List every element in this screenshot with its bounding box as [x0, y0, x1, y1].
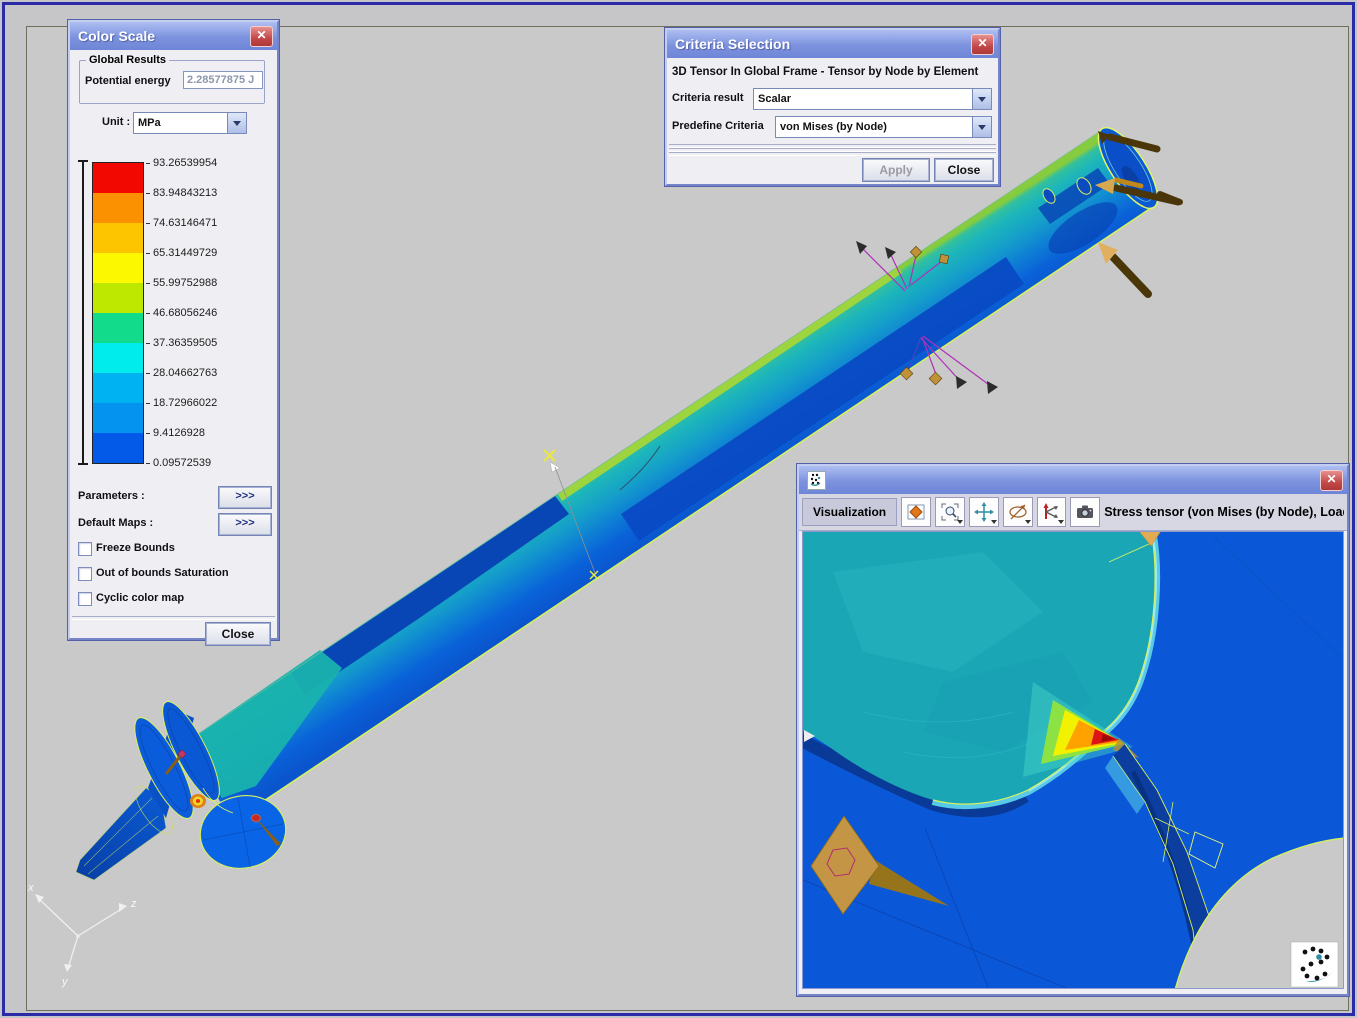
close-icon[interactable]: ✕ [1320, 470, 1343, 491]
pan-icon[interactable] [969, 497, 999, 527]
viz-3d-inset[interactable] [802, 531, 1344, 989]
scale-value: 28.04662763 [146, 366, 217, 380]
unit-select[interactable]: MPa [133, 112, 247, 134]
criteria-subtitle: 3D Tensor In Global Frame - Tensor by No… [672, 66, 978, 78]
axis-x-label: x [27, 882, 34, 894]
separator [669, 152, 996, 156]
freeze-bounds-checkbox[interactable] [78, 542, 92, 556]
zoom-icon[interactable] [935, 497, 965, 527]
scale-value: 55.99752988 [146, 276, 217, 290]
parameters-more-button[interactable]: >>> [218, 486, 272, 509]
scale-value: 0.09572539 [146, 456, 211, 470]
scale-value: 9.4126928 [146, 426, 205, 440]
scale-band [93, 403, 143, 433]
scale-value: 93.26539954 [146, 156, 217, 170]
scale-band [93, 223, 143, 253]
color-scale-bar [92, 162, 144, 464]
color-scale-title: Color Scale [78, 28, 250, 44]
potential-energy-field[interactable]: 2.28577875 J [183, 71, 263, 89]
cyclic-colormap-label: Cyclic color map [96, 592, 184, 604]
scale-value: 18.72966022 [146, 396, 217, 410]
visualization-tab[interactable]: Visualization [802, 498, 897, 526]
out-of-bounds-checkbox[interactable] [78, 567, 92, 581]
default-maps-more-button[interactable]: >>> [218, 513, 272, 536]
global-results-group: Global Results Potential energy 2.285778… [79, 60, 265, 104]
criteria-result-label: Criteria result [672, 92, 744, 104]
scale-bracket [82, 160, 84, 465]
scale-value: 46.68056246 [146, 306, 217, 320]
stress-detail-scene [803, 532, 1343, 988]
criteria-selection-dialog: Criteria Selection ✕ 3D Tensor In Global… [665, 28, 1000, 186]
viz-status-text: Stress tensor (von Mises (by Node), Load… [1104, 505, 1344, 519]
close-icon[interactable]: ✕ [250, 26, 273, 47]
render-style-icon[interactable] [901, 497, 931, 527]
rotate-icon[interactable] [1003, 497, 1033, 527]
viz-toolbar: Visualization Stress tensor (von Mises (… [799, 494, 1347, 531]
default-maps-label: Default Maps : [78, 517, 153, 529]
axis-icon[interactable] [1037, 497, 1067, 527]
separator [72, 616, 275, 620]
color-scale-dialog: Color Scale ✕ Global Results Potential e… [68, 20, 279, 640]
scale-band [93, 163, 143, 193]
scale-value: 83.94843213 [146, 186, 217, 200]
potential-energy-label: Potential energy [85, 75, 171, 87]
scale-band [93, 253, 143, 283]
close-button[interactable]: Close [205, 622, 271, 646]
predefine-criteria-label: Predefine Criteria [672, 120, 764, 132]
scale-band [93, 373, 143, 403]
stress-hotspot [190, 794, 206, 808]
criteria-result-select[interactable]: Scalar [753, 88, 992, 110]
scale-band [93, 313, 143, 343]
close-icon[interactable]: ✕ [971, 34, 994, 55]
scale-band [93, 283, 143, 313]
samcef-logo [1291, 942, 1338, 987]
visualization-window: ✕ Visualization Stress tensor (von Mises… [797, 464, 1349, 996]
axis-z-label: z [130, 898, 137, 910]
scale-value: 65.31449729 [146, 246, 217, 260]
parameters-label: Parameters : [78, 490, 145, 502]
camera-icon[interactable] [1070, 497, 1100, 527]
chevron-down-icon[interactable] [227, 113, 246, 133]
out-of-bounds-label: Out of bounds Saturation [96, 567, 229, 579]
viz-titlebar[interactable]: ✕ [799, 466, 1347, 494]
group-title: Global Results [86, 54, 169, 66]
scale-band [93, 433, 143, 463]
criteria-titlebar[interactable]: Criteria Selection ✕ [667, 30, 998, 58]
color-scale-titlebar[interactable]: Color Scale ✕ [70, 22, 277, 50]
scale-value: 37.36359505 [146, 336, 217, 350]
predefine-criteria-select[interactable]: von Mises (by Node) [775, 116, 992, 138]
scale-band [93, 193, 143, 223]
apply-button[interactable]: Apply [862, 158, 930, 182]
axis-y-label: y [61, 976, 69, 988]
criteria-title: Criteria Selection [675, 36, 971, 52]
chevron-down-icon[interactable] [972, 89, 991, 109]
scale-band [93, 343, 143, 373]
axis-triad: x z y [27, 882, 137, 988]
app-logo-icon [807, 471, 826, 490]
chevron-down-icon[interactable] [972, 117, 991, 137]
freeze-bounds-label: Freeze Bounds [96, 542, 175, 554]
cyclic-colormap-checkbox[interactable] [78, 592, 92, 606]
unit-label: Unit : [102, 116, 130, 128]
scale-value: 74.63146471 [146, 216, 217, 230]
close-button[interactable]: Close [934, 158, 994, 182]
